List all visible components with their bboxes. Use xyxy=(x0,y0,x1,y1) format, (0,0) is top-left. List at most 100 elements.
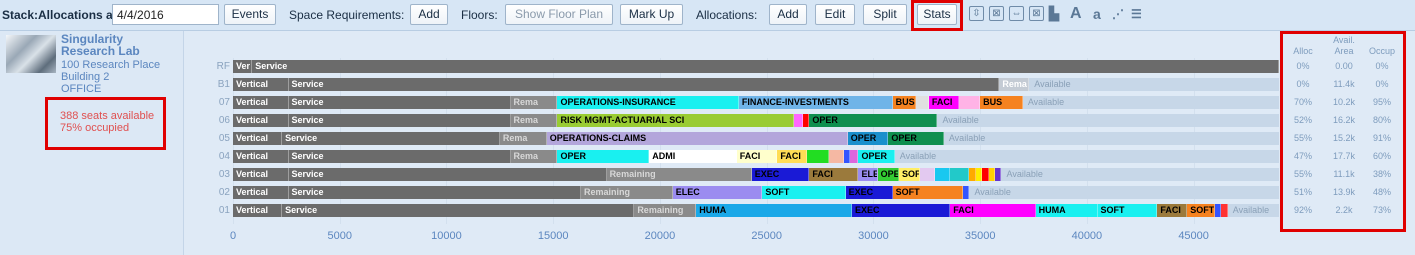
allocation-segment[interactable]: Rema xyxy=(499,132,547,145)
allocation-segment[interactable]: SOFT xyxy=(1097,204,1158,217)
allocation-segment[interactable]: FACI xyxy=(928,96,959,109)
fit-width-icon[interactable]: ⇔ xyxy=(1009,6,1024,21)
allocation-segment[interactable]: OPERATIONS-INSURANCE xyxy=(557,96,739,109)
allocation-segment[interactable]: Remaining xyxy=(634,204,697,217)
allocation-segment[interactable]: BUS xyxy=(892,96,917,109)
dotted-list-icon[interactable]: ⋰ xyxy=(1112,4,1124,24)
allocation-segment[interactable]: OPER xyxy=(888,132,944,145)
allocation-segment[interactable]: Rema xyxy=(510,114,558,127)
events-button[interactable]: Events xyxy=(224,4,276,25)
allocation-segment[interactable]: OPERATIONS-CLAIMS xyxy=(546,132,848,145)
x-tick-label: 10000 xyxy=(431,230,462,242)
allocation-segment[interactable]: FACI xyxy=(777,150,808,163)
floor-bar[interactable]: Vertical Service Rema Available xyxy=(233,78,1279,91)
allocation-segment[interactable] xyxy=(849,150,859,163)
x-tick-label: 20000 xyxy=(644,230,676,242)
allocation-segment[interactable]: FACI xyxy=(1157,204,1188,217)
allocation-segment[interactable]: Rema xyxy=(510,96,558,109)
fit-both-icon[interactable]: ⊠ xyxy=(1029,6,1044,21)
allocation-segment[interactable]: OPER xyxy=(809,114,938,127)
floor-bar[interactable]: Vertical Service Rema OPER ADMI FACI FACI OPER A… xyxy=(233,150,1279,163)
edit-button[interactable]: Edit xyxy=(815,4,855,25)
allocation-segment[interactable]: Service xyxy=(288,78,1000,91)
mark-up-button[interactable]: Mark Up xyxy=(620,4,683,25)
allocation-segment[interactable]: Service xyxy=(282,132,500,145)
allocation-segment[interactable] xyxy=(807,150,829,163)
allocation-segment[interactable]: Vertical xyxy=(233,96,289,109)
allocation-segment[interactable]: Ver xyxy=(233,60,253,73)
floor-bar[interactable]: Vertical Service Remaining HUMA EXEC FACI HUMA… xyxy=(233,204,1279,217)
collapse-icon[interactable]: ⊠ xyxy=(989,6,1004,21)
allocation-segment[interactable]: Rema xyxy=(999,78,1030,91)
allocation-segment[interactable]: ADMI xyxy=(649,150,737,163)
allocation-segment[interactable]: Service xyxy=(288,186,581,199)
floor-bar[interactable]: Vertical Service Rema OPERATIONS-CLAIMS OPER… xyxy=(233,132,1279,145)
allocation-segment[interactable]: Vertical xyxy=(233,78,289,91)
allocation-segment[interactable]: Vertical xyxy=(233,204,283,217)
allocation-segment[interactable]: Vertical xyxy=(233,114,289,127)
allocation-segment[interactable]: Rema xyxy=(510,150,558,163)
allocation-segment[interactable]: HUMA xyxy=(696,204,853,217)
allocation-segment[interactable]: EXEC xyxy=(852,204,951,217)
floor-bar[interactable]: Vertical Service Rema RISK MGMT-ACTUARIAL S… xyxy=(233,114,1279,127)
allocation-segment[interactable]: ELEC xyxy=(672,186,763,199)
large-text-icon[interactable]: A xyxy=(1070,4,1082,24)
allocation-segment[interactable]: Remaining xyxy=(580,186,673,199)
x-tick-label: 35000 xyxy=(964,230,996,242)
allocation-segment[interactable]: Service xyxy=(288,114,511,127)
allocation-segment[interactable]: EXEC xyxy=(751,168,810,181)
x-tick-label: 15000 xyxy=(537,230,569,242)
floor-bar[interactable]: Ver Service xyxy=(233,60,1279,73)
allocation-segment[interactable]: Service xyxy=(288,168,607,181)
allocation-segment[interactable] xyxy=(794,114,803,127)
allocation-segment[interactable]: OPER xyxy=(877,168,900,181)
allocations-add-button[interactable]: Add xyxy=(769,4,807,25)
allocation-segment[interactable]: FACI xyxy=(950,204,1036,217)
available-label: Available xyxy=(948,133,986,143)
allocation-segment[interactable] xyxy=(958,96,981,109)
allocation-segment[interactable]: SOFT xyxy=(1187,204,1215,217)
allocation-segment[interactable]: SOFT xyxy=(892,186,964,199)
legend-icon[interactable]: ▙ xyxy=(1049,4,1059,24)
small-text-icon[interactable]: a xyxy=(1093,4,1101,24)
space-requirements-label: Space Requirements: xyxy=(289,8,405,22)
allocation-segment[interactable] xyxy=(828,150,844,163)
allocation-segment[interactable]: OPER xyxy=(847,132,889,145)
allocation-segment[interactable]: Vertical xyxy=(233,168,289,181)
stack-chart: 0 5000 10000 15000 20000 25000 30000 35000 40000… xyxy=(200,58,1285,248)
space-requirements-add-button[interactable]: Add xyxy=(410,4,448,25)
allocation-segment[interactable]: ELEC xyxy=(858,168,878,181)
allocation-segment[interactable] xyxy=(916,96,929,109)
allocation-segment[interactable]: Remaining xyxy=(606,168,752,181)
floor-bar[interactable]: VerticalServiceRemainingEXECFACIELECOPER… xyxy=(233,168,1279,181)
allocation-segment[interactable]: EXEC xyxy=(845,186,893,199)
allocation-segment[interactable]: Service xyxy=(288,96,511,109)
floor-bar[interactable]: Vertical Service Remaining ELEC SOFT EXEC SOFT… xyxy=(233,186,1279,199)
allocation-segment[interactable]: OPER xyxy=(858,150,895,163)
allocation-segment[interactable]: SOFT xyxy=(899,168,921,181)
as-of-date-input[interactable] xyxy=(112,4,219,25)
show-floor-plan-button[interactable]: Show Floor Plan xyxy=(505,4,613,25)
allocation-segment[interactable]: Vertical xyxy=(233,132,283,145)
allocation-segment[interactable]: Vertical xyxy=(233,186,289,199)
allocation-segment[interactable]: RISK MGMT-ACTUARIAL SCI xyxy=(557,114,795,127)
allocation-segment[interactable]: OPER xyxy=(557,150,650,163)
allocation-segment[interactable]: Service xyxy=(252,60,1279,73)
allocation-segment[interactable]: FACI xyxy=(809,168,859,181)
allocation-segment[interactable]: Service xyxy=(282,204,635,217)
allocation-segment[interactable]: FINANCE-INVESTMENTS xyxy=(738,96,893,109)
building-name[interactable]: Singularity Research Lab xyxy=(61,33,179,57)
allocation-segment[interactable] xyxy=(920,168,936,181)
allocation-segment[interactable] xyxy=(950,168,970,181)
allocation-segment[interactable] xyxy=(935,168,951,181)
allocation-segment[interactable]: HUMA xyxy=(1035,204,1098,217)
allocation-segment[interactable]: Vertical xyxy=(233,150,289,163)
allocation-segment[interactable]: BUS xyxy=(980,96,1023,109)
allocation-segment[interactable]: FACI xyxy=(736,150,778,163)
allocation-segment[interactable]: Service xyxy=(288,150,511,163)
split-button[interactable]: Split xyxy=(863,4,907,25)
allocation-segment[interactable]: SOFT xyxy=(762,186,846,199)
expand-icon[interactable]: ⇳ xyxy=(969,6,984,21)
stack-layout-icon[interactable]: ☰ xyxy=(1131,4,1142,24)
floor-bar[interactable]: Vertical Service Rema OPERATIONS-INSURANCE F… xyxy=(233,96,1279,109)
